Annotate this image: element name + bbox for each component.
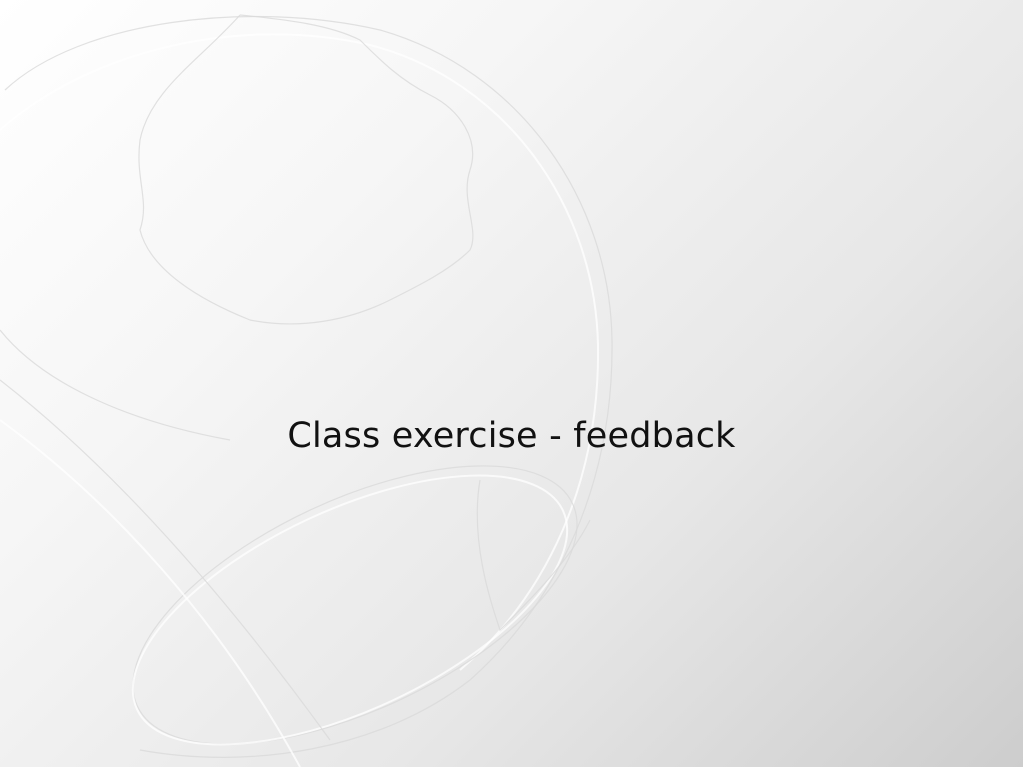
slide: Class exercise - feedback <box>0 0 1023 767</box>
globe-outline-graphic <box>0 14 613 767</box>
slide-title: Class exercise - feedback <box>287 416 736 456</box>
